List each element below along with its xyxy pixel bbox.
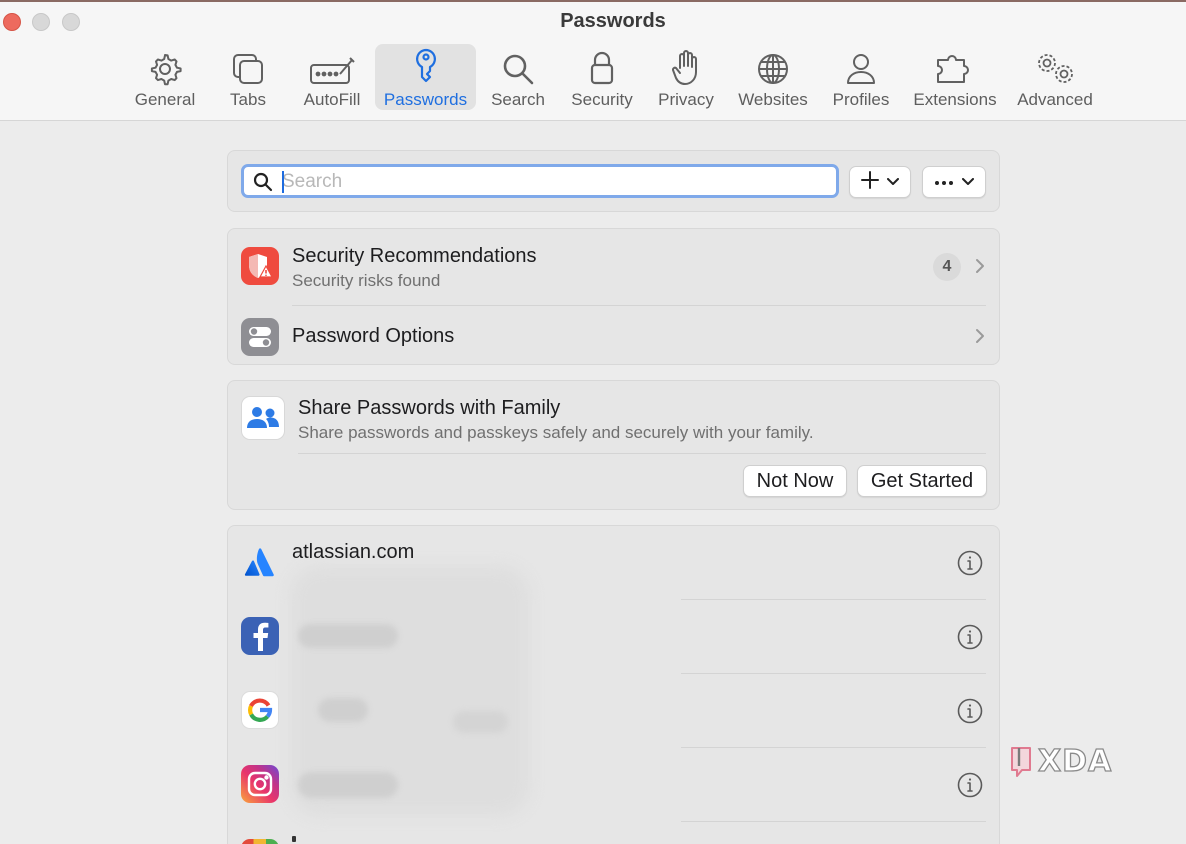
xda-watermark: XDA: [1008, 742, 1128, 782]
tab-extensions[interactable]: Extensions: [908, 44, 1002, 110]
puzzle-icon: [936, 47, 974, 86]
chevron-right-icon: [975, 258, 985, 279]
lock-icon: [589, 47, 615, 86]
get-started-button[interactable]: Get Started: [857, 465, 987, 497]
tab-security[interactable]: Security: [564, 44, 640, 110]
more-options-button[interactable]: [922, 166, 986, 198]
search-card: [227, 150, 1000, 212]
list-item[interactable]: [228, 674, 999, 748]
text-cursor: [282, 171, 284, 193]
site-name: atlassian.com: [292, 541, 415, 563]
list-item[interactable]: [228, 822, 999, 844]
tab-tabs-label: Tabs: [230, 90, 266, 109]
search-input[interactable]: [282, 170, 822, 194]
search-icon: [501, 47, 535, 86]
security-count-badge: 4: [933, 253, 961, 281]
info-icon[interactable]: [957, 550, 983, 576]
family-sharing-card: Share Passwords with Family Share passwo…: [227, 380, 1000, 510]
list-item[interactable]: [228, 600, 999, 674]
tab-security-label: Security: [571, 90, 633, 109]
globe-icon: [756, 47, 790, 86]
security-recommendations-row[interactable]: Security Recommendations Security risks …: [228, 229, 999, 305]
gears-icon: [1034, 47, 1076, 86]
tab-autofill[interactable]: AutoFill: [296, 44, 368, 110]
password-list: atlassian.com: [227, 525, 1000, 844]
security-recommendations-subtitle: Security risks found: [292, 271, 441, 290]
security-recommendations-title: Security Recommendations: [292, 245, 537, 267]
search-field[interactable]: [241, 164, 839, 198]
tabs-icon: [231, 47, 265, 86]
toolbar: Passwords General Tabs AutoFill Password…: [0, 0, 1186, 121]
info-icon[interactable]: [957, 772, 983, 798]
person-icon: [846, 47, 876, 86]
add-password-button[interactable]: [849, 166, 911, 198]
tab-profiles[interactable]: Profiles: [826, 44, 896, 110]
ellipsis-icon: [934, 173, 954, 191]
tab-privacy-label: Privacy: [658, 90, 714, 109]
tab-profiles-label: Profiles: [832, 90, 890, 109]
divider: [298, 453, 986, 454]
facebook-icon: [241, 617, 279, 655]
window-title: Passwords: [560, 10, 666, 32]
xda-logo-icon: [1011, 747, 1031, 777]
tab-general[interactable]: General: [127, 44, 203, 110]
password-options-row[interactable]: Password Options: [228, 306, 999, 366]
search-icon: [253, 172, 273, 197]
key-icon: [413, 47, 439, 86]
tab-passwords[interactable]: Passwords: [375, 44, 476, 110]
not-now-button[interactable]: Not Now: [743, 465, 847, 497]
family-icon: [241, 396, 285, 440]
gear-icon: [148, 47, 182, 86]
family-sharing-subtitle: Share passwords and passkeys safely and …: [298, 423, 814, 442]
site-name-fragment: [292, 836, 296, 842]
tab-passwords-label: Passwords: [383, 90, 468, 109]
tab-advanced-label: Advanced: [1017, 90, 1093, 109]
tab-websites-label: Websites: [738, 90, 808, 109]
tab-search-label: Search: [491, 90, 545, 109]
window-top-edge: [0, 0, 1186, 2]
info-icon[interactable]: [957, 624, 983, 650]
autofill-icon: [309, 47, 355, 86]
atlassian-icon: [241, 544, 279, 582]
security-shield-icon: [241, 247, 279, 285]
tab-websites[interactable]: Websites: [733, 44, 813, 110]
password-options-title: Password Options: [292, 325, 455, 347]
info-icon[interactable]: [957, 698, 983, 724]
list-item[interactable]: [228, 748, 999, 822]
tab-general-label: General: [134, 90, 196, 109]
tab-tabs[interactable]: Tabs: [216, 44, 280, 110]
tab-extensions-label: Extensions: [913, 90, 997, 109]
app-icon: [241, 839, 279, 844]
family-sharing-title: Share Passwords with Family: [298, 397, 561, 419]
tab-advanced[interactable]: Advanced: [1014, 44, 1096, 110]
tab-search[interactable]: Search: [486, 44, 550, 110]
xda-watermark-text: XDA: [1037, 743, 1113, 779]
chevron-right-icon: [975, 328, 985, 349]
plus-icon: [861, 170, 879, 194]
tab-privacy[interactable]: Privacy: [652, 44, 720, 110]
toggles-icon: [241, 318, 279, 356]
google-icon: [241, 691, 279, 729]
chevron-down-icon: [962, 173, 974, 191]
tab-autofill-label: AutoFill: [303, 90, 361, 109]
hand-icon: [671, 47, 701, 86]
instagram-icon: [241, 765, 279, 803]
settings-card: Security Recommendations Security risks …: [227, 228, 1000, 365]
chevron-down-icon: [887, 173, 899, 191]
list-item[interactable]: atlassian.com: [228, 526, 999, 600]
